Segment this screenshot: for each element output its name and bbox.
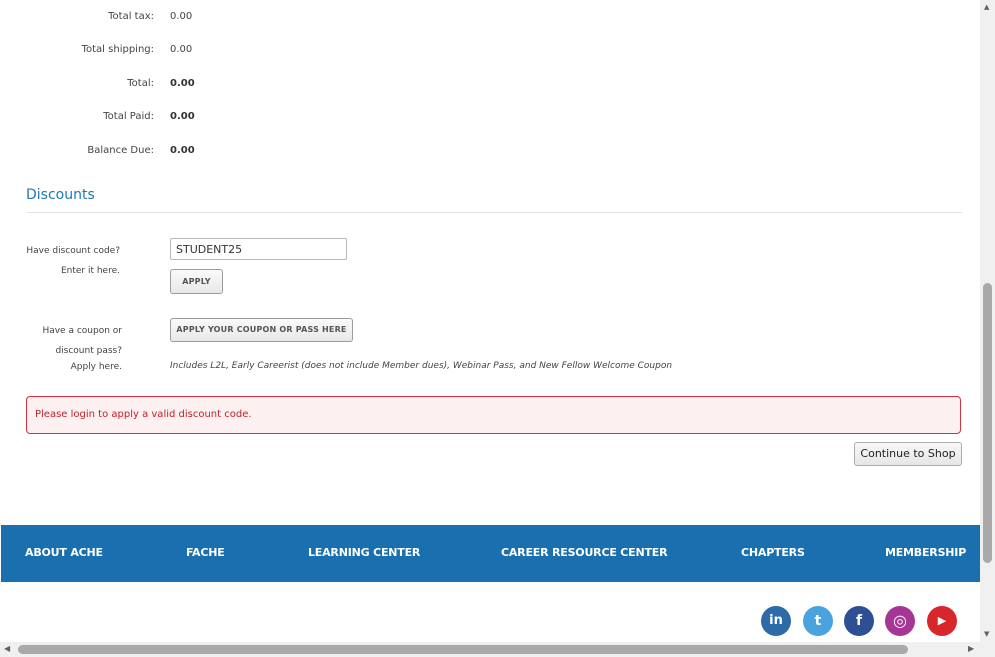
scroll-up-arrow-icon[interactable]: ▲: [984, 3, 989, 11]
coupon-label-3: Apply here.: [70, 362, 122, 372]
footer-link-learning-center[interactable]: LEARNING CENTER: [308, 546, 420, 559]
discount-code-label: Have discount code?: [26, 246, 120, 256]
youtube-icon[interactable]: ▶: [927, 606, 957, 636]
summary-value: 0.00: [170, 145, 195, 156]
summary-row-shipping: Total shipping: 0.00: [0, 44, 980, 60]
coupon-note: Includes L2L, Early Careerist (does not …: [170, 361, 673, 371]
footer-link-career-resource-center[interactable]: CAREER RESOURCE CENTER: [501, 546, 668, 559]
error-message: Please login to apply a valid discount c…: [35, 409, 252, 420]
summary-row-balance-due: Balance Due: 0.00: [0, 145, 980, 161]
footer-link-membership[interactable]: MEMBERSHIP: [885, 546, 966, 559]
scroll-down-arrow-icon[interactable]: ▼: [984, 630, 989, 638]
summary-row-tax: Total tax: 0.00: [0, 11, 980, 27]
summary-label: Total tax:: [108, 11, 154, 22]
summary-value: 0.00: [170, 111, 195, 122]
horizontal-scrollbar[interactable]: ◀ ▶: [0, 642, 995, 657]
horizontal-scroll-thumb[interactable]: [18, 645, 908, 654]
summary-label: Total Paid:: [103, 111, 154, 122]
footer-nav: ABOUT ACHE FACHE LEARNING CENTER CAREER …: [1, 525, 980, 582]
continue-to-shop-button[interactable]: Continue to Shop: [854, 442, 962, 466]
summary-row-total: Total: 0.00: [0, 78, 980, 94]
footer-link-about[interactable]: ABOUT ACHE: [25, 546, 103, 559]
discount-code-hint: Enter it here.: [60, 266, 120, 276]
summary-row-total-paid: Total Paid: 0.00: [0, 111, 980, 127]
apply-discount-button[interactable]: APPLY: [170, 269, 223, 294]
summary-value: 0.00: [170, 78, 195, 89]
vertical-scrollbar[interactable]: ▲ ▼: [980, 0, 995, 642]
summary-value: 0.00: [170, 11, 193, 22]
discount-code-input[interactable]: [170, 238, 347, 260]
twitter-icon[interactable]: t: [803, 606, 833, 636]
scroll-right-arrow-icon[interactable]: ▶: [968, 644, 974, 653]
summary-label: Total:: [127, 78, 154, 89]
coupon-label-2: discount pass?: [55, 346, 122, 356]
summary-value: 0.00: [170, 44, 193, 55]
facebook-icon[interactable]: f: [844, 606, 874, 636]
coupon-label: Have a coupon or: [42, 326, 122, 336]
scroll-left-arrow-icon[interactable]: ◀: [4, 644, 10, 653]
vertical-scroll-thumb[interactable]: [983, 283, 992, 563]
apply-coupon-button[interactable]: APPLY YOUR COUPON OR PASS HERE: [170, 318, 353, 342]
instagram-icon[interactable]: ◎: [885, 606, 915, 636]
scrollbar-corner: [980, 642, 995, 657]
error-alert: Please login to apply a valid discount c…: [26, 396, 961, 434]
summary-label: Total shipping:: [81, 44, 154, 55]
footer-link-fache[interactable]: FACHE: [186, 546, 225, 559]
linkedin-icon[interactable]: in: [761, 606, 791, 636]
discounts-heading: Discounts: [26, 187, 95, 203]
section-divider: [26, 212, 962, 213]
page-content: Total tax: 0.00 Total shipping: 0.00 Tot…: [0, 0, 980, 642]
footer-link-chapters[interactable]: CHAPTERS: [741, 546, 805, 559]
summary-label: Balance Due:: [87, 145, 154, 156]
